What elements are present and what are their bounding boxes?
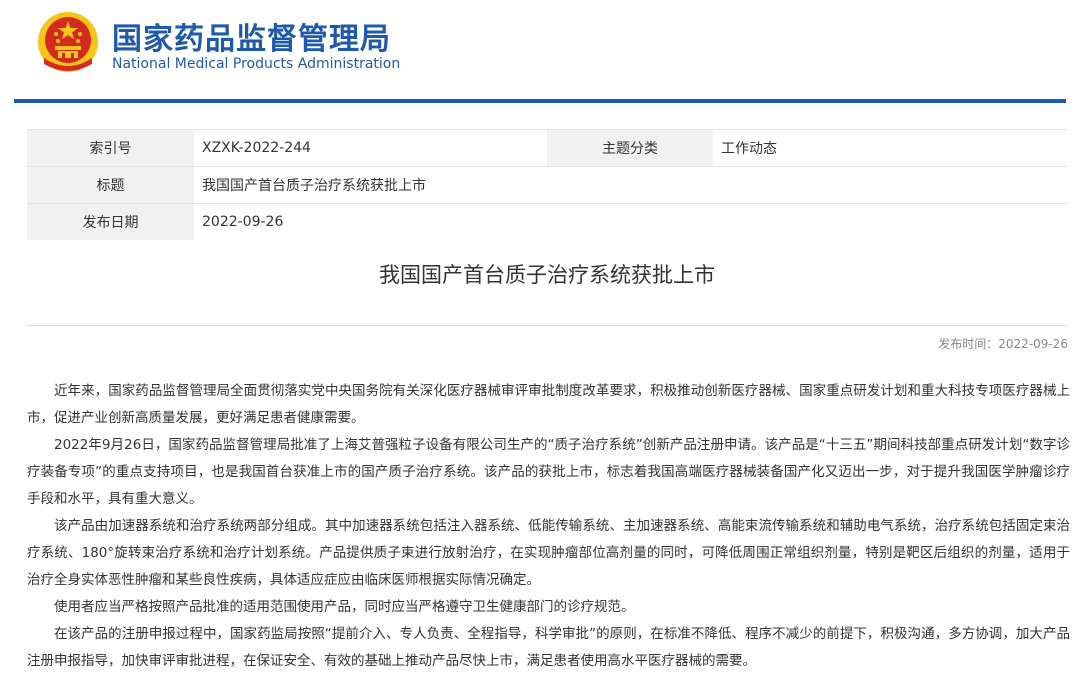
topic-label: 主题分类	[547, 129, 713, 167]
national-emblem-icon[interactable]	[36, 10, 100, 74]
article-paragraph: 使用者应当严格按照产品批准的适用范围使用产品，同时应当严格遵守卫生健康部门的诊疗…	[54, 599, 635, 615]
index-label: 索引号	[27, 129, 194, 167]
article-meta-table: 索引号 XZXK-2022-244 主题分类 工作动态 标题 我国国产首台质子治…	[27, 129, 1067, 240]
meta-row: 发布日期 2022-09-26	[27, 203, 1067, 240]
article-body: 近年来，国家药品监督管理局全面贯彻落实党中央国务院有关深化医疗器械审评审批制度改…	[27, 378, 1070, 675]
date-value: 2022-09-26	[202, 214, 284, 230]
topic-value: 工作动态	[713, 129, 1067, 167]
publish-time: 发布时间：2022-09-26	[938, 337, 1068, 351]
meta-row: 标题 我国国产首台质子治疗系统获批上市	[27, 166, 1067, 204]
header-divider	[14, 99, 1066, 103]
title-divider	[27, 325, 1067, 326]
title-value: 我国国产首台质子治疗系统获批上市	[194, 166, 1067, 204]
article-paragraph: 该产品由加速器系统和治疗系统两部分组成。其中加速器系统包括注入器系统、低能传输系…	[27, 518, 1070, 588]
article-title: 我国国产首台质子治疗系统获批上市	[379, 263, 715, 287]
date-label: 发布日期	[27, 203, 194, 240]
title-label: 标题	[27, 166, 194, 204]
article-paragraph: 在该产品的注册申报过程中，国家药监局按照“提前介入、专人负责、全程指导，科学审批…	[27, 626, 1070, 669]
meta-row: 索引号 XZXK-2022-244 主题分类 工作动态	[27, 129, 1067, 167]
article-paragraph: 2022年9月26日，国家药品监督管理局批准了上海艾普强粒子设备有限公司生产的“…	[27, 437, 1070, 507]
index-value: XZXK-2022-244	[194, 129, 547, 167]
site-name-cn[interactable]: 国家药品监督管理局	[112, 14, 391, 58]
site-name-en[interactable]: National Medical Products Administration	[112, 56, 400, 72]
article-paragraph: 近年来，国家药品监督管理局全面贯彻落实党中央国务院有关深化医疗器械审评审批制度改…	[27, 383, 1070, 426]
site-header: 国家药品监督管理局 National Medical Products Admi…	[0, 0, 1080, 103]
